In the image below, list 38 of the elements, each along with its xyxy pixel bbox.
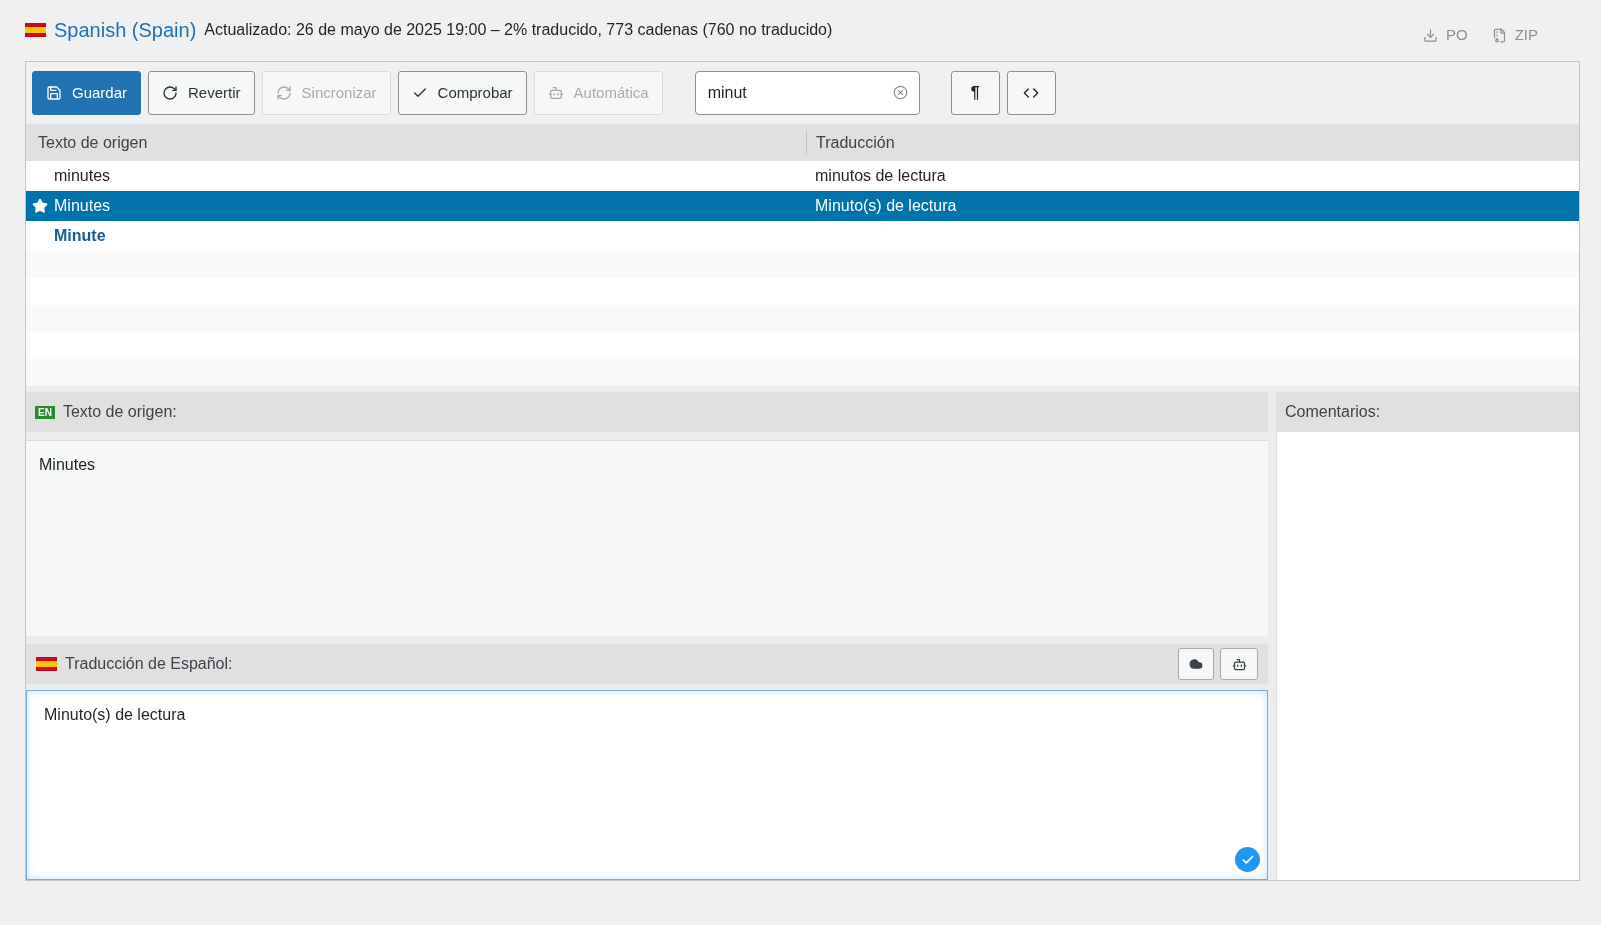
translation-input[interactable]: Minuto(s) de lectura — [26, 690, 1268, 880]
source-panel-title: Texto de origen: — [62, 402, 177, 422]
toolbar-button[interactable]: Revertir — [148, 71, 255, 115]
search-field[interactable]: minut — [694, 71, 920, 115]
column-header[interactable]: Traducción — [806, 130, 895, 155]
language-title[interactable]: Spanish (Spain) — [54, 15, 197, 45]
cloud-icon — [1189, 657, 1203, 671]
button-icon — [275, 85, 292, 101]
source-text: Minutes — [54, 196, 112, 216]
clear-icon[interactable] — [892, 85, 908, 100]
archive-file-icon — [1491, 27, 1507, 43]
spain-flag-icon — [36, 657, 57, 671]
source-text-area: Minutes — [26, 440, 1268, 636]
spain-flag-icon — [25, 23, 46, 37]
code-icon — [1023, 85, 1040, 101]
source-text: Minute — [54, 226, 107, 246]
robot-icon — [1231, 656, 1247, 672]
translation-panel-title: Traducción de Español: — [65, 654, 233, 674]
translation-summary: Actualizado: 26 de mayo de 2025 19:00 – 2% traducido, 773 cadenas (760 no traducido) — [204, 20, 833, 40]
toolbar-button[interactable]: Guardar — [32, 71, 142, 115]
source-text: minutes — [54, 166, 112, 186]
button-icon — [547, 85, 564, 101]
toolbar-button[interactable]: Comprobar — [397, 71, 527, 115]
column-header[interactable]: Texto de origen — [26, 130, 806, 155]
string-row[interactable]: Minutes Minuto(s) de lectura — [26, 191, 1579, 221]
download-icon — [1422, 27, 1438, 43]
button-icon — [46, 85, 62, 101]
code-view-button[interactable] — [1006, 71, 1056, 115]
string-row[interactable]: Minute — [26, 221, 1579, 251]
language-badge: EN — [35, 405, 55, 419]
cloud-button[interactable] — [1178, 648, 1214, 680]
string-row[interactable]: minutes minutos de lectura — [26, 161, 1579, 191]
invisibles-button[interactable]: ¶ — [950, 71, 1000, 115]
translation-text: minutos de lectura — [815, 166, 946, 186]
button-icon — [162, 85, 179, 101]
robot-button[interactable] — [1220, 648, 1258, 680]
translation-text: Minuto(s) de lectura — [815, 196, 957, 216]
comments-title: Comentarios: — [1285, 402, 1381, 422]
